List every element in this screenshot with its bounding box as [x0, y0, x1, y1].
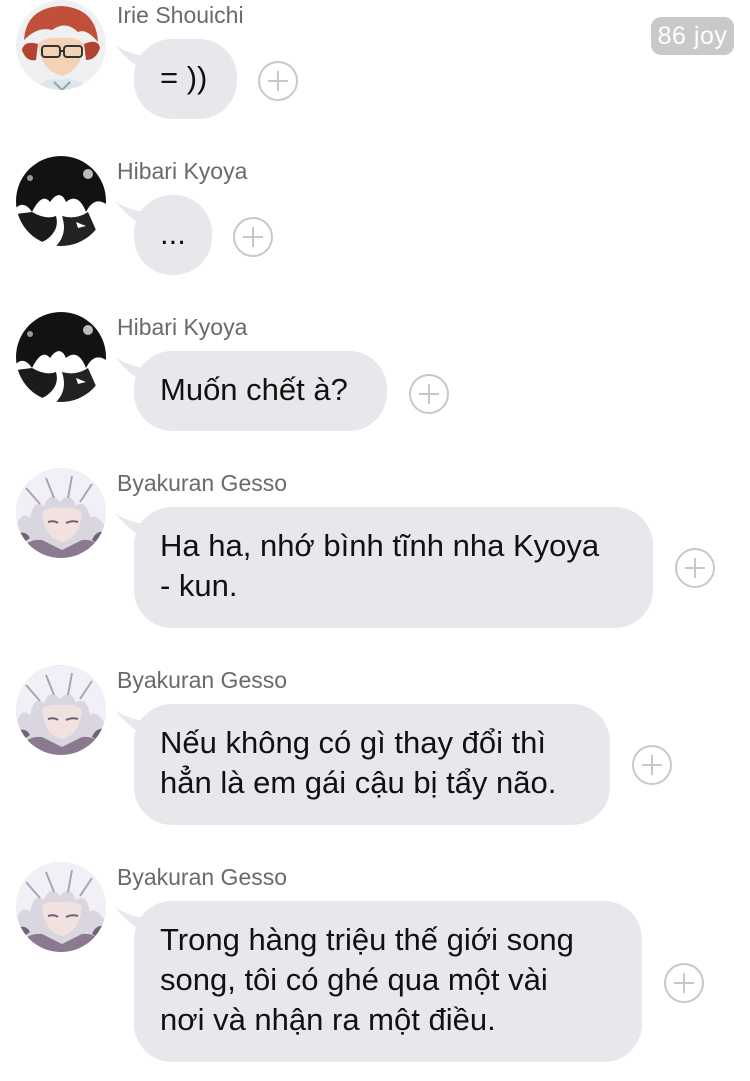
sender-name: Irie Shouichi — [117, 2, 244, 28]
message-bubble[interactable]: Muốn chết à? — [134, 351, 387, 431]
sender-name: Byakuran Gesso — [117, 864, 288, 890]
sender-name: Hibari Kyoya — [117, 158, 248, 184]
message-bubble[interactable]: = )) — [134, 39, 237, 119]
message-bubble[interactable]: Trong hàng triệu thế giới song song, tôi… — [134, 901, 642, 1062]
avatar-byakuran[interactable] — [16, 468, 106, 558]
avatar-byakuran[interactable] — [16, 665, 106, 755]
avatar-byakuran[interactable] — [16, 862, 106, 952]
plus-circle-icon[interactable] — [409, 374, 449, 414]
message-bubble[interactable]: Nếu không có gì thay đổi thì hẳn là em g… — [134, 704, 610, 825]
plus-circle-icon[interactable] — [632, 745, 672, 785]
plus-circle-icon[interactable] — [233, 217, 273, 257]
joy-count-badge[interactable]: 86 joy — [651, 17, 734, 55]
avatar-irie[interactable] — [16, 0, 106, 90]
plus-circle-icon[interactable] — [258, 61, 298, 101]
message-bubble[interactable]: ... — [134, 195, 212, 275]
sender-name: Hibari Kyoya — [117, 314, 248, 340]
avatar-hibari[interactable] — [16, 312, 106, 402]
avatar-hibari[interactable] — [16, 156, 106, 246]
plus-circle-icon[interactable] — [675, 548, 715, 588]
message-bubble[interactable]: Ha ha, nhớ bình tĩnh nha Kyoya - kun. — [134, 507, 653, 628]
sender-name: Byakuran Gesso — [117, 470, 288, 496]
sender-name: Byakuran Gesso — [117, 667, 288, 693]
plus-circle-icon[interactable] — [664, 963, 704, 1003]
